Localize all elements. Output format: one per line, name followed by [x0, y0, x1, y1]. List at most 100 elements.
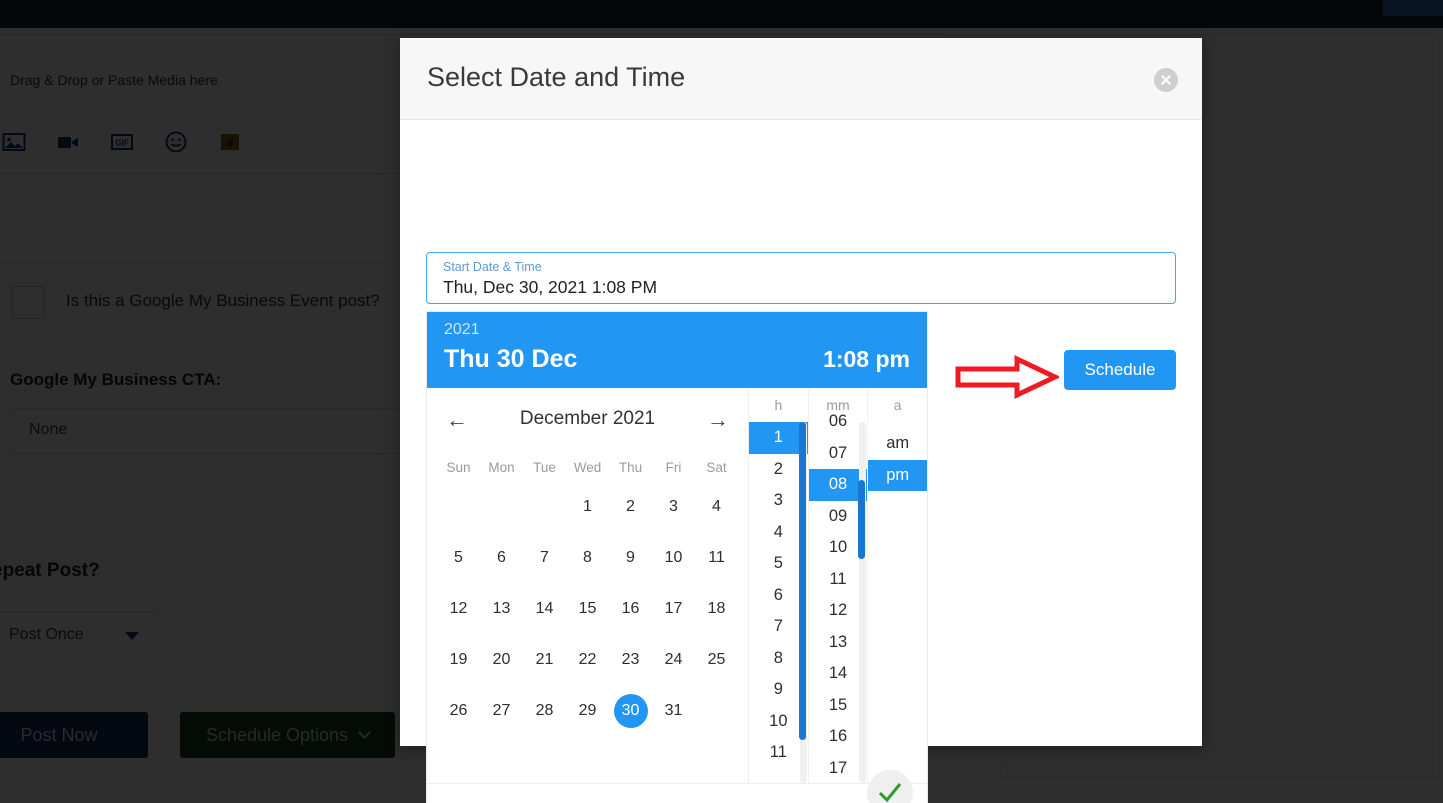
calendar-day-30[interactable]: 30	[609, 685, 652, 736]
calendar-day-label: 13	[492, 600, 511, 617]
calendar-day-21[interactable]: 21	[523, 634, 566, 685]
calendar-dow-mon: Mon	[488, 460, 515, 475]
next-month-icon[interactable]: →	[703, 409, 733, 432]
calendar-day-label: 21	[535, 651, 554, 668]
calendar-day-8[interactable]: 8	[566, 532, 609, 583]
calendar-day-6[interactable]: 6	[480, 532, 523, 583]
calendar-day-label: 19	[449, 651, 468, 668]
calendar-day-28[interactable]: 28	[523, 685, 566, 736]
calendar-day-label: 3	[669, 498, 678, 515]
picker-footer	[427, 770, 927, 803]
calendar-dow-sun: Sun	[446, 460, 471, 475]
calendar-day-label: 18	[707, 600, 726, 617]
calendar-dow-thu: Thu	[618, 460, 643, 475]
calendar-day-25[interactable]: 25	[695, 634, 738, 685]
calendar-day-19[interactable]: 19	[437, 634, 480, 685]
calendar-day-label: 17	[664, 600, 683, 617]
screen: Drag & Drop or Paste Media here GIF # Is…	[0, 0, 1443, 803]
calendar-day-label: 22	[578, 651, 597, 668]
dialog-header: Select Date and Time	[400, 38, 1202, 120]
calendar-blank-cell	[480, 481, 523, 532]
picker-selected-time[interactable]: 1:08 pm	[823, 346, 910, 373]
start-date-time-label: Start Date & Time	[443, 260, 542, 274]
calendar-day-13[interactable]: 13	[480, 583, 523, 634]
picker-year[interactable]: 2021	[444, 321, 480, 339]
time-column-header-hours: h	[749, 388, 808, 422]
calendar-day-31[interactable]: 31	[652, 685, 695, 736]
calendar-day-11[interactable]: 11	[695, 532, 738, 583]
calendar-day-label: 25	[707, 651, 726, 668]
calendar-blank-cell	[437, 481, 480, 532]
schedule-button[interactable]: Schedule	[1064, 350, 1176, 390]
red-arrow-annotation	[955, 355, 1059, 399]
calendar-day-4[interactable]: 4	[695, 481, 738, 532]
time-column-hours: h 1 2 3 4 5 6 7 8 9 10 11	[749, 388, 809, 783]
calendar-day-label: 20	[492, 651, 511, 668]
calendar-day-15[interactable]: 15	[566, 583, 609, 634]
calendar-day-label: 10	[664, 549, 683, 566]
calendar-day-14[interactable]: 14	[523, 583, 566, 634]
calendar-day-label: 23	[621, 651, 640, 668]
calendar-dow-tue: Tue	[533, 460, 556, 475]
calendar-blank-cell	[523, 481, 566, 532]
calendar-nav: ← December 2021 →	[427, 388, 748, 450]
calendar-day-label: 11	[708, 549, 725, 566]
calendar-day-label: 14	[535, 600, 554, 617]
calendar-day-17[interactable]: 17	[652, 583, 695, 634]
calendar-day-label: 28	[535, 702, 554, 719]
calendar-day-26[interactable]: 26	[437, 685, 480, 736]
calendar-day-24[interactable]: 24	[652, 634, 695, 685]
calendar-days-grid: 1 2 3 4 5 6 7 8 9 10 11 12 13 14 15 16 17 18 19 20 21 22 23 24 2…	[427, 481, 748, 736]
calendar-day-27[interactable]: 27	[480, 685, 523, 736]
calendar-dow-row: Sun Mon Tue Wed Thu Fri Sat	[427, 450, 748, 481]
calendar-day-9[interactable]: 9	[609, 532, 652, 583]
close-icon[interactable]	[1154, 68, 1178, 92]
scrollbar-track-minutes[interactable]	[858, 422, 867, 783]
calendar-day-10[interactable]: 10	[652, 532, 695, 583]
calendar-day-5[interactable]: 5	[437, 532, 480, 583]
calendar-day-label: 4	[712, 498, 721, 515]
time-option-meridiem-pm[interactable]: pm	[868, 459, 928, 491]
calendar-day-12[interactable]: 12	[437, 583, 480, 634]
calendar-day-16[interactable]: 16	[609, 583, 652, 634]
calendar-day-23[interactable]: 23	[609, 634, 652, 685]
calendar: ← December 2021 → Sun Mon Tue Wed Thu Fri Sat …	[427, 388, 749, 783]
scrollbar-thumb-hours[interactable]	[798, 422, 806, 740]
calendar-day-label: 7	[540, 549, 549, 566]
scrollbar-thumb-minutes[interactable]	[858, 479, 866, 560]
calendar-day-label: 2	[626, 498, 635, 515]
picker-main: ← December 2021 → Sun Mon Tue Wed Thu Fri Sat …	[427, 388, 928, 783]
scrollbar-track-hours[interactable]	[798, 422, 807, 783]
calendar-day-label: 5	[454, 549, 463, 566]
calendar-day-label: 15	[578, 600, 597, 617]
picker-selected-date[interactable]: Thu 30 Dec	[444, 345, 577, 374]
dialog-body: Start Date & Time Thu, Dec 30, 2021 1:08…	[400, 120, 1202, 803]
calendar-day-label: 16	[621, 600, 640, 617]
calendar-day-7[interactable]: 7	[523, 532, 566, 583]
calendar-day-22[interactable]: 22	[566, 634, 609, 685]
calendar-day-18[interactable]: 18	[695, 583, 738, 634]
time-list-meridiem[interactable]: am pm	[868, 428, 928, 491]
time-option-meridiem-am[interactable]: am	[868, 428, 927, 460]
calendar-day-2[interactable]: 2	[609, 481, 652, 532]
calendar-day-1[interactable]: 1	[566, 481, 609, 532]
calendar-dow-sat: Sat	[706, 460, 727, 475]
calendar-day-label: 26	[449, 702, 468, 719]
dialog-title: Select Date and Time	[427, 62, 686, 92]
start-date-time-field[interactable]: Start Date & Time Thu, Dec 30, 2021 1:08…	[426, 252, 1176, 304]
calendar-dow-fri: Fri	[665, 460, 682, 475]
time-column-header-meridiem: a	[868, 388, 928, 422]
calendar-day-29[interactable]: 29	[566, 685, 609, 736]
start-date-time-value: Thu, Dec 30, 2021 1:08 PM	[443, 277, 658, 297]
calendar-day-label: 31	[664, 702, 683, 719]
select-date-time-dialog: Select Date and Time Start Date & Time T…	[400, 38, 1202, 803]
calendar-month-label: December 2021	[519, 408, 656, 429]
calendar-day-label: 29	[578, 702, 597, 719]
calendar-day-label: 8	[583, 549, 592, 566]
calendar-day-3[interactable]: 3	[652, 481, 695, 532]
time-column-minutes: mm 06 07 08 09 10 11 12 13 14 15 16 17	[808, 388, 869, 783]
time-option-hours-11[interactable]: 11	[749, 737, 808, 769]
calendar-day-20[interactable]: 20	[480, 634, 523, 685]
calendar-day-label: 12	[449, 600, 468, 617]
calendar-day-label: 9	[626, 549, 635, 566]
